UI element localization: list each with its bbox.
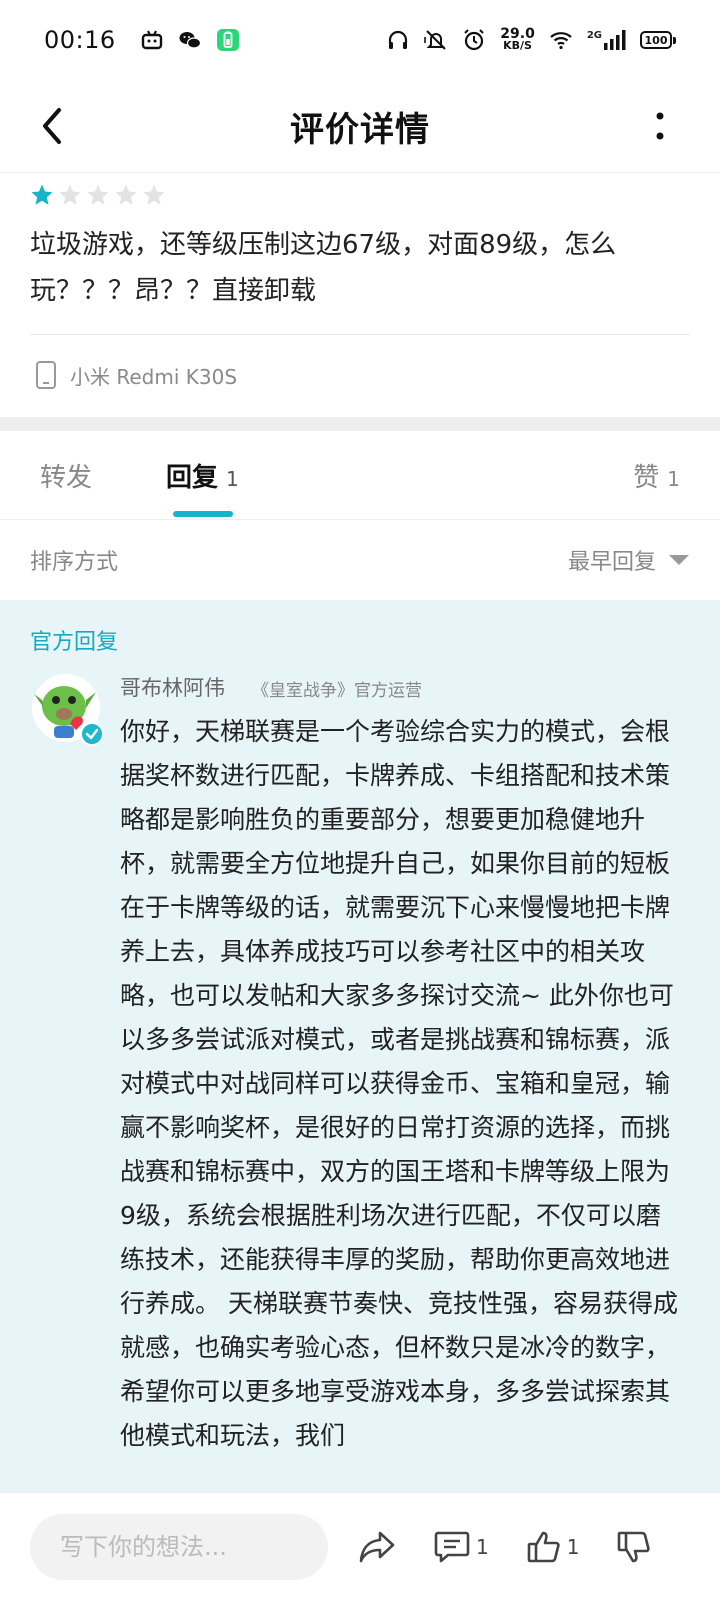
reply-tagline: 《皇室战争》官方运营 <box>252 681 422 701</box>
tab-like[interactable]: 赞1 <box>633 457 680 494</box>
share-button[interactable] <box>358 1530 396 1564</box>
tab-reply-count: 1 <box>226 467 239 491</box>
header-divider <box>0 172 720 173</box>
battery-level: 100 <box>640 31 672 49</box>
alarm-icon <box>464 29 484 51</box>
review-card: 垃圾游戏，还等级压制这边67级，对面89级，怎么玩？？？昂？？直接卸载 <box>30 180 690 314</box>
triangle-down-icon <box>669 555 689 565</box>
headphones-icon <box>389 30 408 49</box>
page-header: 评价详情 <box>0 80 720 172</box>
status-right-icons: 29.0 KB/S 2G 100 <box>386 27 676 52</box>
sort-dropdown[interactable]: 最早回复 <box>568 544 690 576</box>
share-icon <box>359 1531 395 1562</box>
device-info: 小米 Redmi K30S <box>34 360 237 390</box>
thumbs-down-icon <box>618 1531 651 1562</box>
sort-value: 最早回复 <box>567 550 656 575</box>
sort-label: 排序方式 <box>30 550 119 575</box>
wifi-icon <box>550 32 572 50</box>
comment-icon <box>434 1531 470 1562</box>
mute-vibrate-icon <box>424 30 446 50</box>
verified-check-icon <box>80 722 104 746</box>
device-name: 小米 Redmi K30S <box>70 364 238 389</box>
goblin-avatar-icon[interactable] <box>32 674 104 746</box>
chevron-left-icon <box>43 108 61 144</box>
tab-reply[interactable]: 回复 1 <box>166 457 239 494</box>
star-empty-icon <box>59 184 81 205</box>
thumbs-up-icon <box>527 1531 560 1562</box>
star-empty-icon <box>115 184 137 205</box>
tab-like-count: 1 <box>667 467 680 491</box>
sort-row: 排序方式 最早回复 <box>0 520 720 600</box>
comment-count: 1 <box>476 1534 489 1559</box>
back-button[interactable] <box>24 98 80 154</box>
review-text: 垃圾游戏，还等级压制这边67级，对面89级，怎么玩？？？昂？？直接卸载 <box>30 230 617 306</box>
section-separator <box>0 417 720 431</box>
star-empty-icon <box>143 184 165 205</box>
comment-input[interactable] <box>30 1513 328 1580</box>
page-title: 评价详情 <box>290 109 430 150</box>
tab-like-label: 赞 <box>633 463 660 493</box>
tab-bar: 转发 回复 1 赞1 <box>0 431 720 519</box>
net-speed: 29.0 KB/S <box>500 27 535 52</box>
like-count: 1 <box>566 1534 580 1559</box>
like-button[interactable]: 1 <box>527 1530 580 1564</box>
bottom-action-bar: 1 1 <box>0 1492 720 1600</box>
tab-forward[interactable]: 转发 <box>40 457 92 494</box>
tab-reply-label: 回复 <box>166 463 219 493</box>
star-empty-icon <box>87 184 109 205</box>
bilibili-icon <box>141 30 162 50</box>
review-divider <box>30 334 690 335</box>
tab-active-indicator <box>173 511 233 517</box>
net-speed-unit: KB/S <box>503 39 532 52</box>
status-left-icons <box>140 28 240 52</box>
status-bar: 00:16 29.0 KB/S 2G 100 <box>0 0 720 80</box>
reply-text: 你好，天梯联赛是一个考验综合实力的模式，会根据奖杯数进行匹配，卡牌养成、卡组搭配… <box>120 717 678 1450</box>
battery-saver-icon <box>216 29 239 51</box>
tab-forward-label: 转发 <box>40 463 93 493</box>
reply-author[interactable]: 哥布林阿伟 <box>120 672 225 702</box>
star-rating <box>30 180 690 210</box>
official-reply-section: 官方回复 哥布林阿伟 《皇室战争》官方运营 你好，天梯联赛是一个考验综合实力的模… <box>0 600 720 1492</box>
wechat-icon <box>179 32 201 49</box>
dislike-button[interactable] <box>617 1530 651 1564</box>
battery-indicator: 100 <box>640 31 676 49</box>
battery-tip <box>673 36 676 44</box>
signal-icon: 2G <box>587 30 626 50</box>
more-vertical-icon <box>656 112 664 140</box>
signal-bars <box>604 30 626 50</box>
star-filled-icon <box>31 184 53 205</box>
comment-button[interactable]: 1 <box>434 1530 489 1564</box>
official-reply-label: 官方回复 <box>30 630 119 655</box>
network-type: 2G <box>586 30 602 41</box>
status-time: 00:16 <box>44 26 116 54</box>
phone-icon <box>36 361 56 389</box>
more-button[interactable] <box>640 98 680 154</box>
